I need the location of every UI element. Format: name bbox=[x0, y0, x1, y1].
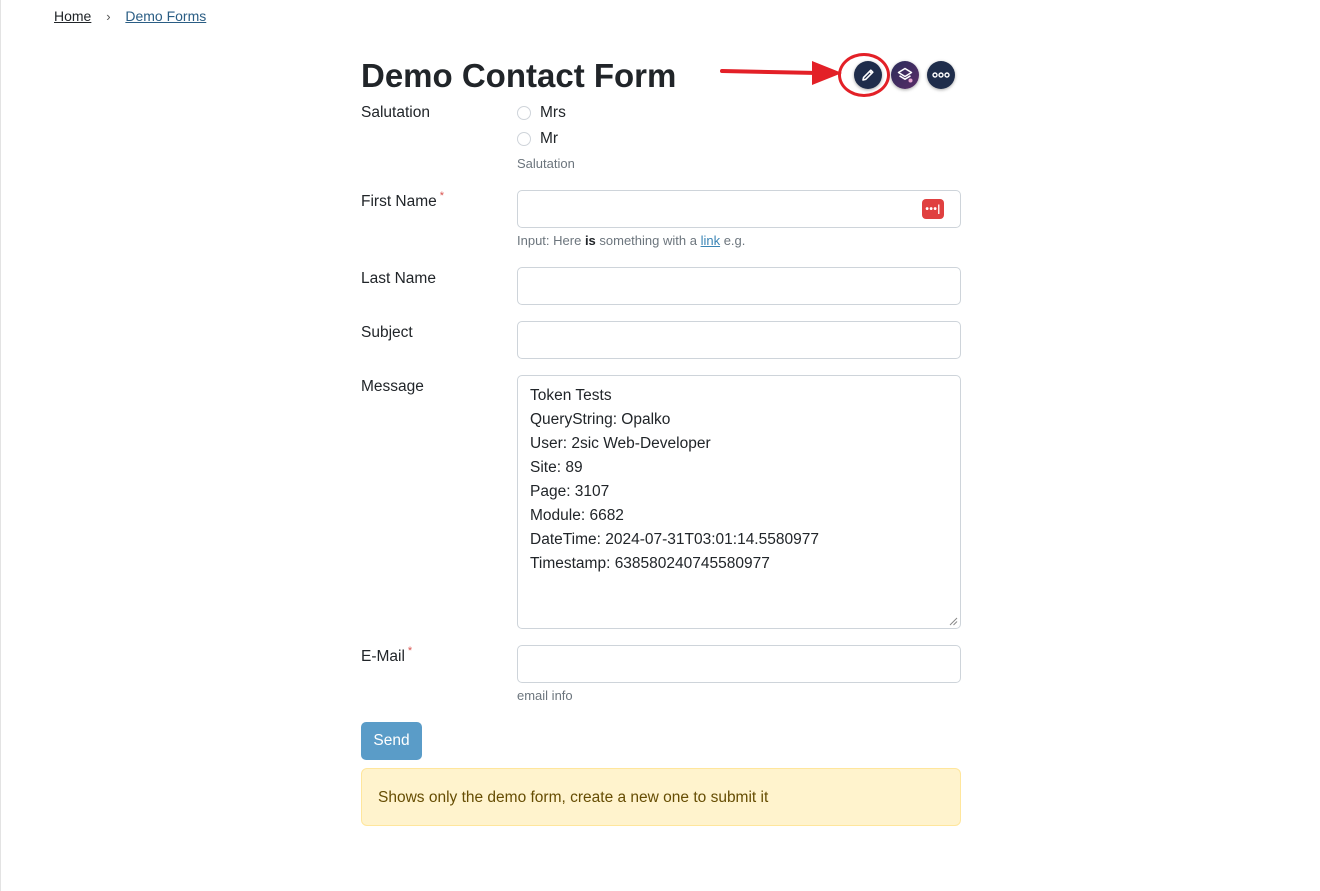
radio-mr[interactable] bbox=[517, 132, 531, 146]
message-textarea[interactable]: Token Tests QueryString: Opalko User: 2s… bbox=[517, 375, 961, 629]
subject-label: Subject bbox=[361, 324, 413, 341]
annotation-highlight-circle bbox=[838, 53, 890, 97]
email-input[interactable] bbox=[517, 645, 961, 683]
message-line: QueryString: Opalko bbox=[530, 411, 671, 428]
password-manager-icon[interactable]: •••| bbox=[922, 199, 944, 219]
hint-link[interactable]: link bbox=[701, 233, 721, 248]
message-label: Message bbox=[361, 378, 424, 395]
first-name-hint: Input: Here is something with a link e.g… bbox=[517, 233, 745, 248]
radio-mrs-label: Mrs bbox=[540, 104, 566, 121]
hint-text: something with a bbox=[595, 233, 701, 248]
subject-input[interactable] bbox=[517, 321, 961, 359]
radio-option-mrs[interactable]: Mrs bbox=[517, 104, 566, 122]
page-left-border bbox=[0, 0, 1, 891]
annotation-arrow-icon bbox=[720, 61, 842, 85]
radio-mrs[interactable] bbox=[517, 106, 531, 120]
email-label-text: E-Mail bbox=[361, 648, 405, 665]
hint-text: Input: Here bbox=[517, 233, 585, 248]
message-line: Token Tests bbox=[530, 387, 612, 404]
more-icon bbox=[932, 72, 950, 78]
first-name-label-text: First Name bbox=[361, 193, 437, 210]
hint-text: e.g. bbox=[720, 233, 746, 248]
first-name-label: First Name * bbox=[361, 190, 445, 211]
hint-bold-text: is bbox=[584, 233, 596, 248]
required-mark: * bbox=[439, 190, 445, 202]
last-name-input[interactable] bbox=[517, 267, 961, 305]
salutation-hint: Salutation bbox=[517, 156, 575, 171]
last-name-label: Last Name bbox=[361, 270, 436, 287]
message-line: Page: 3107 bbox=[530, 483, 610, 500]
radio-mr-label: Mr bbox=[540, 130, 559, 147]
layers-button[interactable] bbox=[891, 61, 919, 89]
message-line: DateTime: 2024-07-31T03:01:14.5580977 bbox=[530, 531, 819, 548]
email-label: E-Mail * bbox=[361, 645, 413, 666]
layers-icon bbox=[897, 67, 913, 83]
send-button[interactable]: Send bbox=[361, 722, 422, 760]
breadcrumb-home-link[interactable]: Home bbox=[54, 8, 91, 24]
breadcrumb-demo-forms-link[interactable]: Demo Forms bbox=[125, 8, 206, 24]
required-mark: * bbox=[407, 645, 413, 657]
warning-alert: Shows only the demo form, create a new o… bbox=[361, 768, 961, 826]
message-line: User: 2sic Web-Developer bbox=[530, 435, 711, 452]
resize-grip-icon[interactable] bbox=[949, 617, 958, 626]
message-line: Timestamp: 638580240745580977 bbox=[530, 555, 770, 572]
radio-option-mr[interactable]: Mr bbox=[517, 130, 558, 148]
salutation-label: Salutation bbox=[361, 104, 430, 121]
breadcrumb: Home › Demo Forms bbox=[54, 8, 206, 24]
more-options-button[interactable] bbox=[927, 61, 955, 89]
breadcrumb-separator: › bbox=[106, 8, 111, 24]
email-hint: email info bbox=[517, 688, 573, 703]
message-line: Module: 6682 bbox=[530, 507, 624, 524]
page-title: Demo Contact Form bbox=[361, 57, 677, 94]
message-line: Site: 89 bbox=[530, 459, 583, 476]
first-name-input[interactable]: •••| bbox=[517, 190, 961, 228]
